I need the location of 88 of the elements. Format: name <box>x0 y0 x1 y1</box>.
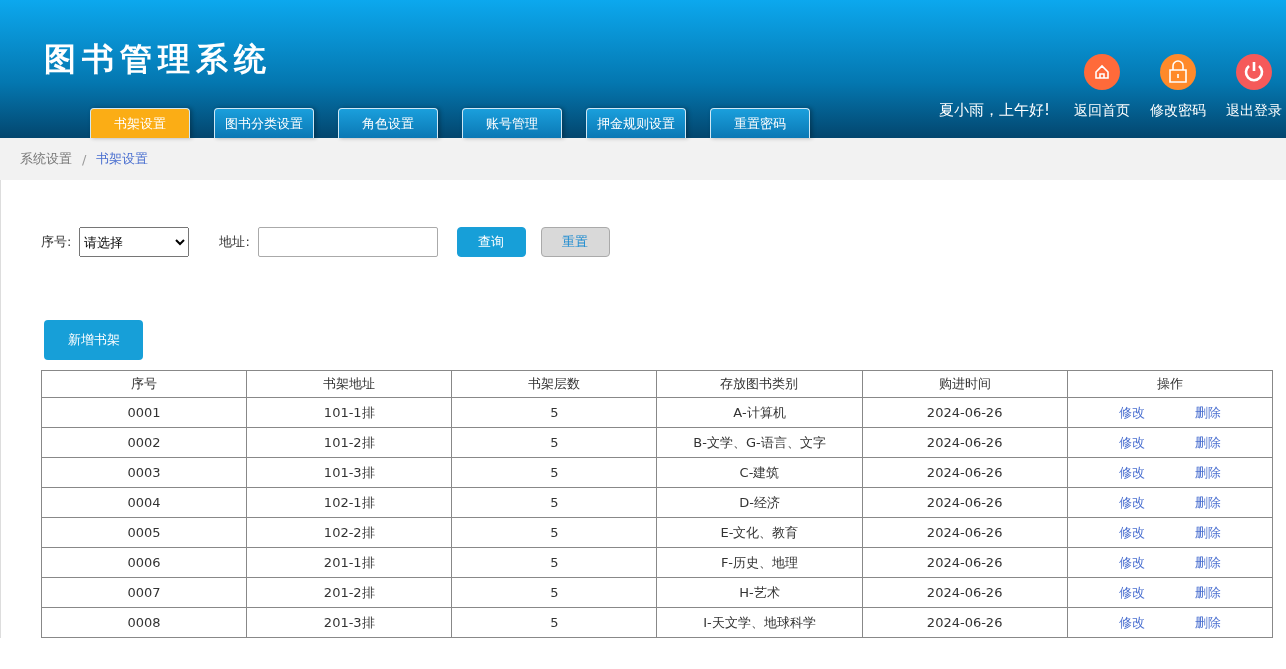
edit-link[interactable]: 修改 <box>1118 404 1145 420</box>
table-cell: 0006 <box>41 547 247 578</box>
table-cell: 201-1排 <box>246 547 452 578</box>
table-cell: 102-2排 <box>246 517 452 548</box>
table-cell: 101-3排 <box>246 457 452 488</box>
reset-button[interactable]: 重置 <box>540 227 610 257</box>
action-link[interactable]: 返回首页 <box>1074 102 1130 120</box>
nav-tab[interactable]: 角色设置 <box>338 108 438 138</box>
table-cell: 2024-06-26 <box>862 577 1068 608</box>
breadcrumb-item[interactable]: 书架设置 <box>96 150 149 168</box>
delete-link[interactable]: 删除 <box>1194 494 1221 510</box>
column-header: 存放图书类别 <box>656 370 863 398</box>
edit-link[interactable]: 修改 <box>1118 554 1145 570</box>
table-cell: 5 <box>451 607 657 638</box>
table-cell: 201-3排 <box>246 607 452 638</box>
nav-tab[interactable]: 押金规则设置 <box>586 108 686 138</box>
column-header: 书架地址 <box>246 370 452 398</box>
table-cell: 2024-06-26 <box>862 607 1068 638</box>
table-cell: H-艺术 <box>656 577 863 608</box>
column-header: 序号 <box>41 370 247 398</box>
table-cell: 0008 <box>41 607 247 638</box>
greeting-text: 夏小雨，上午好! <box>939 101 1050 120</box>
action-link[interactable]: 退出登录 <box>1226 102 1282 120</box>
field-label: 地址: <box>219 233 250 251</box>
table-cell: 0002 <box>41 427 247 458</box>
table-cell: 5 <box>451 487 657 518</box>
table-cell: I-天文学、地球科学 <box>656 607 863 638</box>
breadcrumb-separator: / <box>82 151 87 167</box>
search-button[interactable]: 查询 <box>456 227 526 257</box>
lock-icon <box>1167 60 1189 84</box>
table-cell: 5 <box>451 427 657 458</box>
edit-link[interactable]: 修改 <box>1118 464 1145 480</box>
edit-link[interactable]: 修改 <box>1118 494 1145 510</box>
column-header: 操作 <box>1067 370 1273 398</box>
delete-link[interactable]: 删除 <box>1194 434 1221 450</box>
table-cell: 102-1排 <box>246 487 452 518</box>
table-cell: 5 <box>451 517 657 548</box>
address-input[interactable] <box>257 227 438 257</box>
table-cell: B-文学、G-语言、文字 <box>656 427 863 458</box>
table-cell: 2024-06-26 <box>862 397 1068 428</box>
nav-tab[interactable]: 重置密码 <box>710 108 810 138</box>
table-cell: A-计算机 <box>656 397 863 428</box>
power-icon <box>1242 60 1266 84</box>
action-icon-circle[interactable] <box>1236 54 1272 90</box>
table-cell: 0004 <box>41 487 247 518</box>
table-cell: 2024-06-26 <box>862 427 1068 458</box>
action-icon-circle[interactable] <box>1160 54 1196 90</box>
table-cell: 101-2排 <box>246 427 452 458</box>
table-cell: 2024-06-26 <box>862 517 1068 548</box>
table-cell: C-建筑 <box>656 457 863 488</box>
app-title: 图书管理系统 <box>43 39 273 80</box>
table-cell: 0001 <box>41 397 247 428</box>
number-select[interactable]: 请选择 <box>79 227 190 257</box>
table-cell: 5 <box>451 457 657 488</box>
column-header: 购进时间 <box>862 370 1068 398</box>
breadcrumb-item[interactable]: 系统设置 <box>20 150 72 168</box>
edit-link[interactable]: 修改 <box>1118 434 1145 450</box>
table-cell: 201-2排 <box>246 577 452 608</box>
delete-link[interactable]: 删除 <box>1194 524 1221 540</box>
table-cell: 5 <box>451 547 657 578</box>
table-cell: 5 <box>451 577 657 608</box>
table-cell: 2024-06-26 <box>862 457 1068 488</box>
table-cell: D-经济 <box>656 487 863 518</box>
edit-link[interactable]: 修改 <box>1118 614 1145 630</box>
table-cell: F-历史、地理 <box>656 547 863 578</box>
table-cell: 0005 <box>41 517 247 548</box>
delete-link[interactable]: 删除 <box>1194 404 1221 420</box>
field-label: 序号: <box>41 233 72 251</box>
edit-link[interactable]: 修改 <box>1118 584 1145 600</box>
table-cell: 0003 <box>41 457 247 488</box>
delete-link[interactable]: 删除 <box>1194 554 1221 570</box>
table-cell: 2024-06-26 <box>862 547 1068 578</box>
table-cell: E-文化、教育 <box>656 517 863 548</box>
home-icon <box>1093 63 1111 81</box>
table-cell: 5 <box>451 397 657 428</box>
delete-link[interactable]: 删除 <box>1194 584 1221 600</box>
action-icon-circle[interactable] <box>1084 54 1120 90</box>
column-header: 书架层数 <box>451 370 657 398</box>
action-link[interactable]: 修改密码 <box>1150 102 1206 120</box>
nav-tab[interactable]: 账号管理 <box>462 108 562 138</box>
nav-tab[interactable]: 图书分类设置 <box>214 108 314 138</box>
add-button[interactable]: 新增书架 <box>44 320 143 360</box>
delete-link[interactable]: 删除 <box>1194 614 1221 630</box>
delete-link[interactable]: 删除 <box>1194 464 1221 480</box>
table-cell: 101-1排 <box>246 397 452 428</box>
edit-link[interactable]: 修改 <box>1118 524 1145 540</box>
table-cell: 0007 <box>41 577 247 608</box>
table-cell: 2024-06-26 <box>862 487 1068 518</box>
